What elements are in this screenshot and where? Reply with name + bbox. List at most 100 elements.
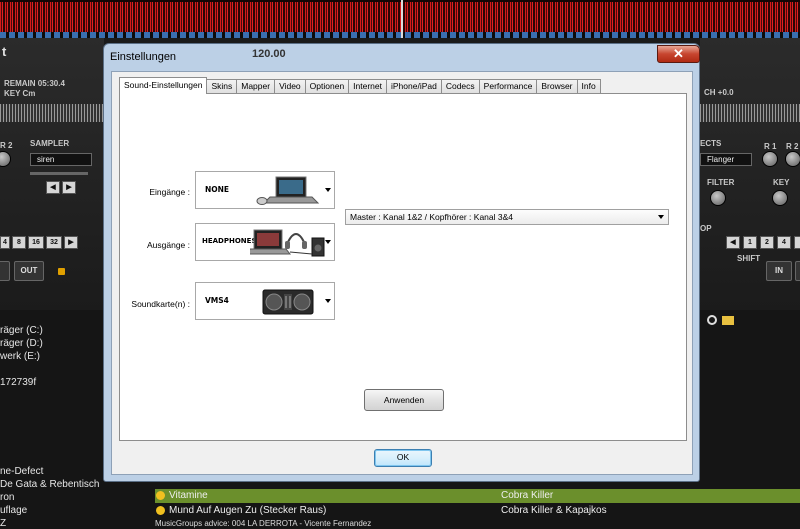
inputs-device-select[interactable]: NONE (195, 171, 335, 209)
track-row[interactable]: Mund Auf Augen Zu (Stecker Raus) Cobra K… (155, 504, 800, 518)
tree-item-drive-e[interactable]: werk (E:) (0, 351, 40, 362)
loop-label: OP (700, 224, 712, 233)
left-deck-key: KEY Cm (4, 89, 36, 98)
loop-8-button[interactable]: 8 (12, 236, 26, 249)
right-knob-2[interactable] (785, 151, 800, 167)
outputs-device-select[interactable]: HEADPHONES (195, 223, 335, 261)
right-loop-1-button[interactable]: 1 (743, 236, 757, 249)
tab-browser[interactable]: Browser (536, 79, 578, 94)
playlist-item-3[interactable]: ron (0, 492, 14, 503)
loop-in-right-button[interactable]: IN (766, 261, 792, 281)
laptop-with-headphones-icon (250, 229, 325, 257)
output-channel-select[interactable]: Master : Kanal 1&2 / Kopfhörer : Kanal 3… (345, 209, 669, 225)
outputs-device-name: HEADPHONES (202, 237, 257, 245)
playlist-item-5[interactable]: Z (0, 518, 6, 529)
chevron-down-icon (325, 299, 331, 303)
loop-16-button[interactable]: 16 (28, 236, 44, 249)
playlist-item-2[interactable]: De Gata & Rebentisch (0, 479, 100, 490)
tab-mapper[interactable]: Mapper (236, 79, 276, 94)
tab-iphone-ipad[interactable]: iPhone/iPad (386, 79, 442, 94)
soundcard-device-name: VMS4 (205, 296, 229, 305)
left-deck-title: t (2, 44, 7, 59)
waveform-beat-grid (0, 32, 800, 38)
playlist-item-1[interactable]: ne-Defect (0, 466, 43, 477)
left-deck: t REMAIN 05:30.4 KEY Cm SAMPLER R 2 sire… (0, 38, 104, 310)
tab-sound-settings[interactable]: Sound-Einstellungen (119, 77, 208, 94)
soundcard-device-select[interactable]: VMS4 (195, 282, 335, 320)
sampler-volume-slider[interactable] (30, 172, 88, 175)
sampler-prev-button[interactable]: ◀ (46, 181, 60, 194)
tree-item-folder[interactable]: 172739f (0, 377, 36, 388)
lock-icon[interactable] (58, 268, 65, 275)
output-channel-value: Master : Kanal 1&2 / Kopfhörer : Kanal 3… (350, 212, 514, 222)
left-deck-mini-waveform[interactable] (0, 104, 104, 122)
chevron-down-icon (325, 240, 331, 244)
chevron-down-icon (325, 188, 331, 192)
effect-select[interactable]: Flanger (700, 153, 752, 166)
apply-button[interactable]: Anwenden (364, 389, 444, 411)
track-row[interactable]: Vitamine Cobra Killer (155, 489, 800, 503)
effects-label: ECTS (700, 139, 722, 148)
loop-32-button[interactable]: 32 (46, 236, 62, 249)
key-knob[interactable] (772, 190, 788, 206)
soundcard-label: Soundkarte(n) : (131, 299, 190, 309)
ok-button[interactable]: OK (374, 449, 432, 467)
loop-out-button[interactable]: OUT (14, 261, 44, 281)
tree-item-drive-d[interactable]: räger (D:) (0, 338, 43, 349)
right-loop-2-button[interactable]: 2 (760, 236, 774, 249)
tab-skins[interactable]: Skins (206, 79, 238, 94)
loop-4-button[interactable]: 4 (0, 236, 10, 249)
settings-dialog: Einstellungen ✕ Sound-Einstellungen Skin… (103, 43, 700, 482)
right-deck-mini-waveform[interactable] (700, 104, 800, 122)
tab-internet[interactable]: Internet (348, 79, 387, 94)
loop-in-button[interactable] (0, 261, 10, 281)
search-icon[interactable] (707, 315, 717, 325)
right-loop-more-button[interactable] (794, 236, 800, 249)
folder-icon[interactable] (722, 316, 734, 325)
track-title: Mund Auf Augen Zu (Stecker Raus) (169, 505, 327, 516)
track-artist: Cobra Killer & Kapajkos (501, 505, 607, 516)
loop-out-right-button[interactable] (795, 261, 800, 281)
right-deck: CH +0.0 ECTS R 1 R 2 Flanger FILTER KEY … (700, 38, 800, 310)
right-loop-4-button[interactable]: 4 (777, 236, 791, 249)
right-loop-prev-button[interactable]: ◀ (726, 236, 740, 249)
left-deck-remain: REMAIN 05:30.4 (4, 79, 65, 88)
key-label: KEY (773, 178, 790, 187)
right-knob-label-1: R 1 (764, 142, 777, 151)
inputs-label: Eingänge : (149, 187, 190, 197)
outputs-label: Ausgänge : (146, 240, 190, 250)
right-deck-pitch: CH +0.0 (704, 88, 734, 97)
playlist-item-4[interactable]: uflage (0, 505, 27, 516)
laptop-with-mouse-icon (256, 176, 320, 205)
sampler-select[interactable]: siren (30, 153, 92, 166)
dialog-title: Einstellungen (110, 51, 177, 63)
track-title: Vitamine (169, 490, 208, 501)
track-icon (156, 491, 165, 500)
settings-tabs: Sound-Einstellungen Skins Mapper Video O… (119, 77, 601, 94)
dialog-titlebar[interactable]: Einstellungen ✕ (104, 44, 700, 71)
dialog-client-area: Sound-Einstellungen Skins Mapper Video O… (111, 71, 693, 475)
loop-next-button[interactable]: ▶ (64, 236, 78, 249)
waveform-spikes (0, 2, 800, 32)
effect-value: Flanger (707, 155, 735, 164)
tab-info[interactable]: Info (576, 79, 601, 94)
tab-video[interactable]: Video (274, 79, 306, 94)
left-knob[interactable] (0, 151, 11, 167)
dj-controller-icon (262, 289, 314, 315)
close-button[interactable]: ✕ (657, 45, 700, 63)
track-artist: Cobra Killer (501, 490, 554, 501)
chevron-down-icon (658, 215, 664, 219)
playhead (401, 0, 403, 38)
tab-codecs[interactable]: Codecs (440, 79, 480, 94)
tree-item-drive-c[interactable]: räger (C:) (0, 325, 43, 336)
tab-options[interactable]: Optionen (304, 79, 350, 94)
tab-performance[interactable]: Performance (478, 79, 538, 94)
screen: t REMAIN 05:30.4 KEY Cm SAMPLER R 2 sire… (0, 0, 800, 529)
sampler-next-button[interactable]: ▶ (62, 181, 76, 194)
right-knob-1[interactable] (762, 151, 778, 167)
main-waveform[interactable] (0, 0, 800, 38)
shift-label: SHIFT (737, 254, 761, 263)
deck-bpm: 120.00 (252, 48, 286, 60)
right-knob-label-2: R 2 (786, 142, 799, 151)
filter-knob[interactable] (710, 190, 726, 206)
